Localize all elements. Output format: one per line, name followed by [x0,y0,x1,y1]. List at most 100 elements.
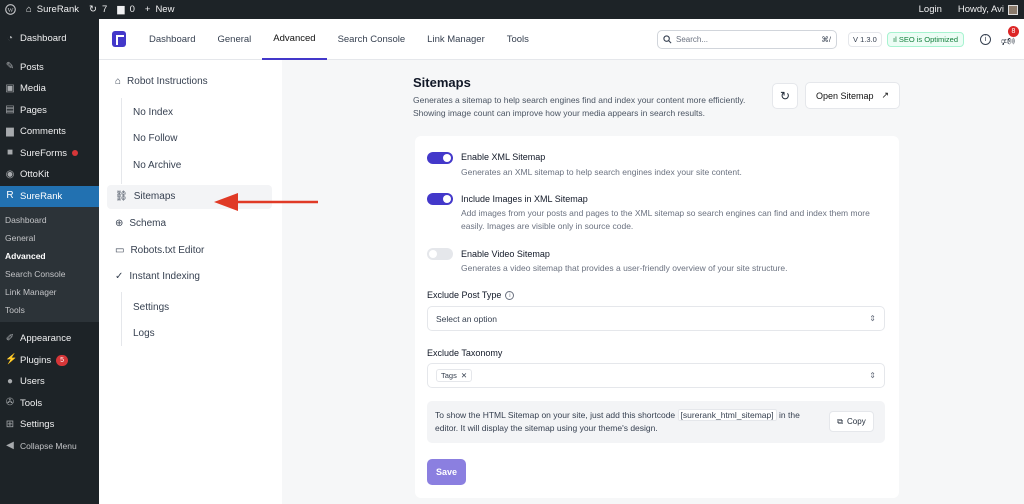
xml-sitemap-desc: Generates an XML sitemap to help search … [461,167,742,177]
refresh-button[interactable]: ↻ [772,83,798,109]
page-icon: ▤ [5,104,15,116]
menu-dashboard[interactable]: ◔ Dashboard [0,28,99,50]
video-sitemap-toggle[interactable] [427,248,453,260]
comment-icon: ▆ [6,125,14,137]
home-icon: ⌂ [26,4,32,15]
svg-text:W: W [7,7,14,14]
sidebar-item-no-archive[interactable]: No Archive [133,160,181,171]
menu-settings[interactable]: ⊞ Settings [0,414,99,436]
video-sitemap-desc: Generates a video sitemap that provides … [461,263,788,273]
menu-plugins[interactable]: ⚡ Plugins 5 [0,350,99,372]
shortcode-text: [surerank_html_sitemap] [677,409,777,421]
seo-status-badge[interactable]: ıl SEO is Optimized [887,32,965,47]
tab-search-console[interactable]: Search Console [327,19,417,60]
save-button[interactable]: Save [427,459,466,485]
dashboard-icon: ◔ [6,32,14,44]
menu-sureforms[interactable]: ■ SureForms [0,143,99,165]
sidebar-item-sitemaps[interactable]: ⛓ Sitemaps [115,191,175,202]
ottokit-icon: ◉ [5,168,15,180]
copy-button[interactable]: ⧉ Copy [829,411,874,432]
sidebar-item-instant-indexing[interactable]: ✓ Instant Indexing [115,271,200,282]
menu-appearance[interactable]: ✐ Appearance [0,328,99,350]
wp-logo-icon[interactable]: W [5,0,16,19]
notification-dot [71,150,78,157]
comments-link[interactable]: ▆ 0 [117,0,135,19]
refresh-icon: ↻ [779,89,791,103]
sidebar-item-schema[interactable]: ⊕ Schema [115,218,166,229]
tab-advanced[interactable]: Advanced [262,19,327,60]
robot-icon: ⌂ [115,76,122,87]
open-sitemap-button[interactable]: Open Sitemap ↗ [805,82,900,109]
copy-icon: ⧉ [837,416,844,426]
advanced-sidebar: ⌂ Robot Instructions No Index No Follow N… [99,60,282,504]
surerank-logo-icon[interactable] [112,31,126,47]
taxonomy-chip: Tags ✕ [436,369,473,382]
login-link[interactable]: Login [919,4,942,15]
tab-tools[interactable]: Tools [496,19,540,60]
site-name-link[interactable]: ⌂ SureRank [26,0,79,19]
wrench-icon: ✇ [5,397,15,409]
file-icon: ▭ [115,245,125,256]
sidebar-item-logs[interactable]: Logs [133,328,155,339]
pin-icon: ✎ [5,61,15,73]
info-icon[interactable]: i [980,34,991,45]
main-content: Sitemaps Generates a sitemap to help sea… [282,60,1024,504]
globe-icon: ⊕ [115,218,124,229]
submenu-dashboard[interactable]: Dashboard [0,211,99,229]
menu-posts[interactable]: ✎ Posts [0,57,99,79]
surerank-header: Dashboard General Advanced Search Consol… [99,19,1024,60]
menu-users[interactable]: ● Users [0,371,99,393]
menu-media[interactable]: ▣ Media [0,78,99,100]
submenu-search-console[interactable]: Search Console [0,265,99,283]
exclude-post-type-select[interactable]: Select an option ⇕ [427,306,885,331]
include-images-toggle[interactable] [427,193,453,205]
sidebar-item-robot-instructions[interactable]: ⌂ Robot Instructions [115,76,208,87]
menu-surerank[interactable]: R SureRank [0,185,99,207]
sidebar-item-robots-editor[interactable]: ▭ Robots.txt Editor [115,245,204,256]
avatar [1008,4,1018,15]
new-content-link[interactable]: + New [145,0,175,19]
account-link[interactable]: Howdy, Avi [958,4,1018,15]
user-icon: ● [6,375,14,387]
collapse-icon: ◀ [6,440,14,452]
comment-icon: ▆ [117,4,125,15]
tab-general[interactable]: General [206,19,262,60]
xml-sitemap-toggle[interactable] [427,152,453,164]
include-images-label: Include Images in XML Sitemap [461,194,588,204]
menu-pages[interactable]: ▤ Pages [0,100,99,122]
sidebar-item-no-index[interactable]: No Index [133,107,173,118]
admin-bar: W ⌂ SureRank ↻ 7 ▆ 0 + New Login Howdy, Avi [0,0,1024,19]
tree-line [121,292,122,346]
sitemap-icon: ⛓ [115,191,128,202]
page-title: Sitemaps [413,75,471,90]
info-icon[interactable]: i [505,290,515,300]
version-badge: V 1.3.0 [848,32,882,47]
brush-icon: ✐ [5,332,15,344]
wp-admin-menu: ◔ Dashboard ✎ Posts ▣ Media ▤ Pages ▆ Comment… [0,19,99,504]
refresh-icon: ↻ [89,4,97,15]
menu-tools[interactable]: ✇ Tools [0,393,99,415]
submenu-tools[interactable]: Tools [0,301,99,319]
menu-comments[interactable]: ▆ Comments [0,121,99,143]
exclude-taxonomy-label: Exclude Taxonomy [427,348,503,358]
submenu-advanced[interactable]: Advanced [0,247,99,265]
search-icon [663,35,672,44]
tab-dashboard[interactable]: Dashboard [138,19,206,60]
remove-chip-icon[interactable]: ✕ [461,371,467,380]
chevron-up-down-icon: ⇕ [869,371,876,380]
include-images-desc: Add images from your posts and pages to … [461,208,870,231]
tab-link-manager[interactable]: Link Manager [416,19,496,60]
tree-line [121,98,122,184]
submenu-link-manager[interactable]: Link Manager [0,283,99,301]
submenu-general[interactable]: General [0,229,99,247]
exclude-taxonomy-select[interactable]: Tags ✕ ⇕ [427,363,885,388]
sidebar-item-no-follow[interactable]: No Follow [133,133,177,144]
updates-link[interactable]: ↻ 7 [89,0,107,19]
menu-ottokit[interactable]: ◉ OttoKit [0,164,99,186]
search-input[interactable]: Search... ⌘/ [657,30,837,49]
exclude-post-type-label: Exclude Post Type i [427,290,515,300]
sureforms-icon: ■ [6,147,14,159]
collapse-menu[interactable]: ◀ Collapse Menu [0,436,99,458]
sidebar-item-settings[interactable]: Settings [133,302,169,313]
surerank-submenu: Dashboard General Advanced Search Consol… [0,207,99,322]
